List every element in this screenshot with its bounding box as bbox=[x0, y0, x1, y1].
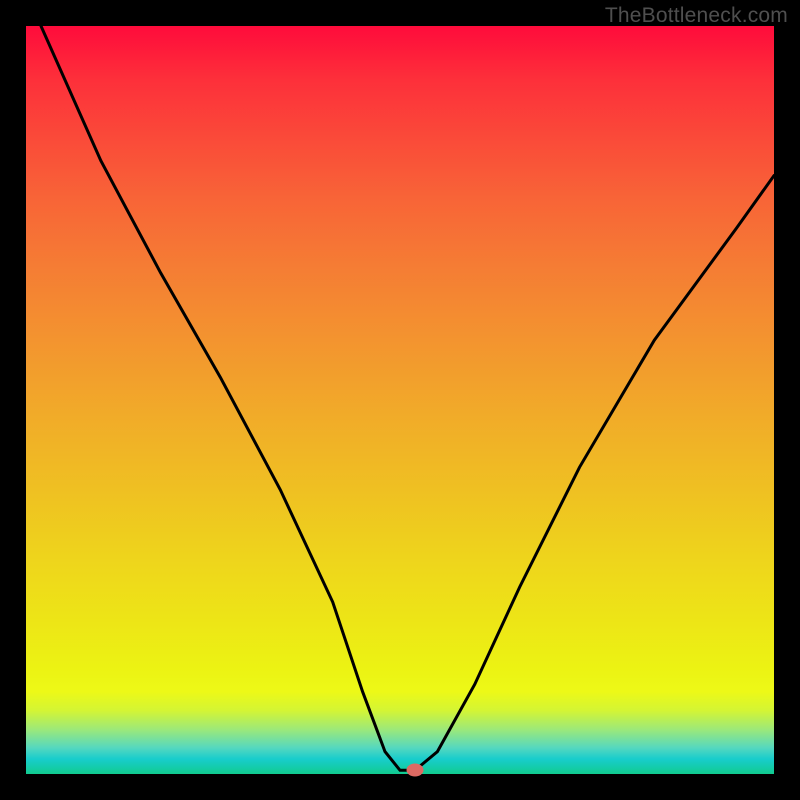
minimum-marker bbox=[406, 764, 423, 777]
watermark-text: TheBottleneck.com bbox=[605, 4, 788, 28]
bottleneck-curve bbox=[26, 26, 774, 774]
curve-path bbox=[41, 26, 774, 770]
chart-frame: TheBottleneck.com bbox=[0, 0, 800, 800]
plot-area bbox=[26, 26, 774, 774]
